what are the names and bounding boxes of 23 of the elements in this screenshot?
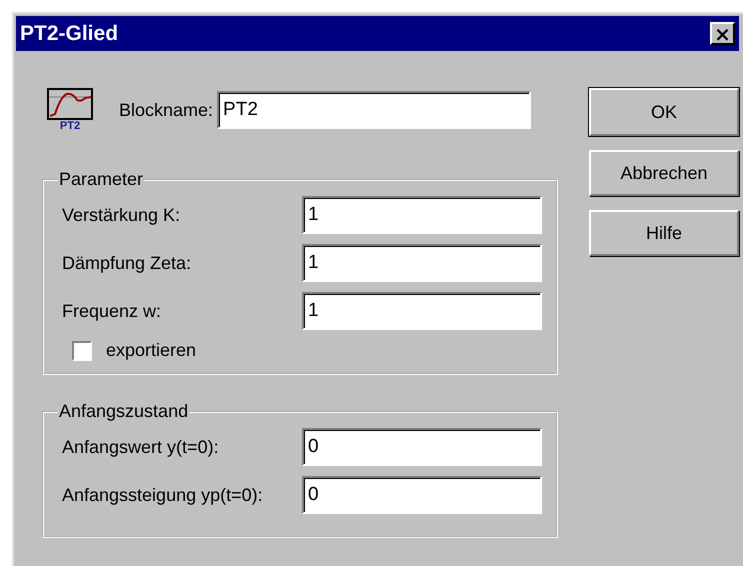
- close-button[interactable]: ×: [710, 22, 735, 45]
- input-field[interactable]: 1: [302, 196, 542, 234]
- group-title: Parameter: [58, 169, 144, 190]
- icon-caption: PT2: [60, 120, 80, 132]
- field-label: Anfangssteigung yp(t=0):: [62, 484, 263, 506]
- field-label: Dämpfung Zeta:: [62, 252, 192, 274]
- dialog-button[interactable]: Hilfe: [589, 210, 739, 256]
- group-title: Anfangszustand: [58, 401, 190, 422]
- input-field[interactable]: 0: [302, 476, 542, 514]
- step-response-icon: [47, 88, 93, 120]
- input-field[interactable]: 1: [302, 244, 542, 282]
- input-field[interactable]: PT2: [217, 91, 532, 129]
- checkbox-label: exportieren: [106, 340, 196, 361]
- field-label: Blockname:: [119, 100, 214, 120]
- dialog-button[interactable]: OK: [589, 88, 739, 136]
- checkbox[interactable]: [72, 340, 92, 360]
- field-label: Frequenz w:: [62, 300, 162, 322]
- field-label: Verstärkung K:: [62, 204, 180, 226]
- window-title: PT2-Glied: [20, 22, 118, 46]
- field-label: Anfangswert y(t=0):: [62, 436, 219, 458]
- input-field[interactable]: 1: [302, 292, 542, 330]
- input-field[interactable]: 0: [302, 428, 542, 466]
- dialog-button[interactable]: Abbrechen: [589, 150, 739, 196]
